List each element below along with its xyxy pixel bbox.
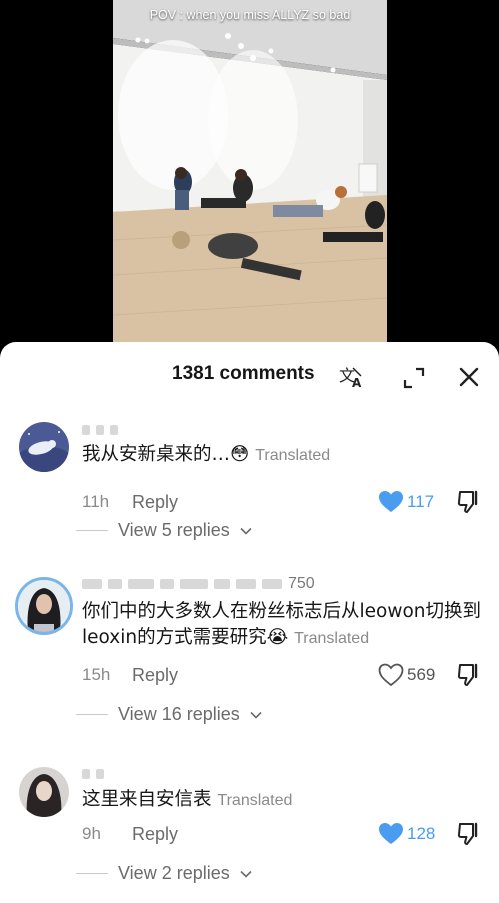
comment-text: 你们中的大多数人在粉丝标志后从leowon切换到leoxin的方式需要研究😭 T… bbox=[82, 599, 487, 652]
reply-button[interactable]: Reply bbox=[132, 492, 178, 513]
username[interactable]: 750 bbox=[82, 575, 315, 592]
like-count: 117 bbox=[407, 492, 435, 511]
sheet-header: 1381 comments 文 A bbox=[0, 342, 499, 404]
comment-text: 这里来自安信表 Translated bbox=[82, 787, 487, 814]
view-replies-button[interactable]: View 5 replies bbox=[76, 520, 252, 541]
video-caption: POV : when you miss ALLYZ so bad bbox=[149, 8, 351, 22]
comment-time: 9h bbox=[82, 824, 101, 843]
username[interactable] bbox=[82, 423, 118, 437]
comment-actions: 15h Reply 569 bbox=[82, 663, 487, 687]
comment-time: 15h bbox=[82, 665, 111, 684]
comment-item: 这里来自安信表 Translated 9h Reply 128 View 2 r… bbox=[0, 749, 499, 903]
comment-actions: 9h Reply 128 bbox=[82, 822, 487, 846]
video-frame[interactable]: POV : when you miss ALLYZ so bad bbox=[113, 0, 387, 350]
chevron-down-icon bbox=[240, 527, 252, 535]
divider-line bbox=[76, 714, 108, 715]
translated-label[interactable]: Translated bbox=[294, 630, 369, 647]
divider-line bbox=[76, 530, 108, 531]
view-replies-label: View 16 replies bbox=[118, 704, 240, 724]
comment-body: 你们中的大多数人在粉丝标志后从leowon切换到leoxin的方式需要研究😭 bbox=[82, 601, 482, 648]
view-replies-label: View 2 replies bbox=[118, 863, 230, 883]
translated-label[interactable]: Translated bbox=[217, 792, 292, 809]
avatar[interactable] bbox=[19, 767, 69, 817]
view-replies-button[interactable]: View 2 replies bbox=[76, 863, 252, 884]
comment-count: 1381 comments bbox=[172, 363, 315, 384]
username[interactable] bbox=[82, 767, 104, 781]
reply-button[interactable]: Reply bbox=[132, 824, 178, 845]
like-count: 569 bbox=[407, 665, 436, 684]
like-button[interactable]: 569 bbox=[378, 663, 435, 687]
comment-item: 我从安新桌来的…😳 Translated 11h Reply 117 View … bbox=[0, 404, 499, 564]
video-player[interactable]: POV : when you miss ALLYZ so bad bbox=[0, 0, 499, 350]
view-replies-button[interactable]: View 16 replies bbox=[76, 704, 262, 725]
chevron-down-icon bbox=[250, 711, 262, 719]
comment-text: 我从安新桌来的…😳 Translated bbox=[82, 442, 487, 469]
dislike-icon[interactable] bbox=[456, 489, 482, 515]
translate-icon[interactable]: 文 A bbox=[339, 364, 365, 390]
divider-line bbox=[76, 873, 108, 874]
comment-body: 这里来自安信表 bbox=[82, 789, 212, 810]
avatar[interactable] bbox=[15, 577, 73, 635]
heart-filled-icon bbox=[379, 823, 403, 844]
expand-icon[interactable] bbox=[402, 366, 426, 390]
avatar[interactable] bbox=[19, 422, 69, 472]
heart-outline-icon bbox=[378, 663, 404, 687]
like-count: 128 bbox=[407, 824, 436, 843]
comment-body: 我从安新桌来的…😳 bbox=[82, 444, 250, 465]
close-icon[interactable] bbox=[458, 366, 480, 388]
comment-item: 750 你们中的大多数人在粉丝标志后从leowon切换到leoxin的方式需要研… bbox=[0, 564, 499, 749]
comment-time: 11h bbox=[82, 492, 110, 511]
chevron-down-icon bbox=[240, 870, 252, 878]
dislike-icon[interactable] bbox=[456, 662, 482, 688]
username-suffix: 750 bbox=[288, 575, 315, 592]
dislike-icon[interactable] bbox=[456, 821, 482, 847]
translated-label[interactable]: Translated bbox=[255, 447, 330, 464]
reply-button[interactable]: Reply bbox=[132, 665, 178, 686]
heart-filled-icon bbox=[379, 491, 403, 512]
svg-text:A: A bbox=[352, 376, 362, 390]
comment-actions: 11h Reply 117 bbox=[82, 490, 487, 514]
like-button[interactable]: 117 bbox=[378, 490, 434, 514]
dance-studio-scene bbox=[113, 0, 387, 350]
comment-sheet: 1381 comments 文 A 我从安新桌来的…😳 Translated 1… bbox=[0, 342, 499, 903]
view-replies-label: View 5 replies bbox=[118, 520, 230, 540]
like-button[interactable]: 128 bbox=[378, 822, 435, 846]
